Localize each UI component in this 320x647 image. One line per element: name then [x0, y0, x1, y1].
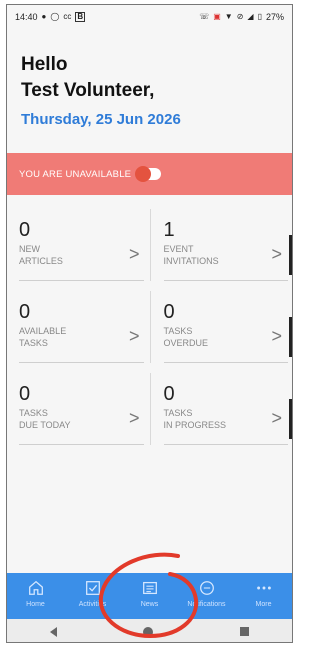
tile-label-line: TASKS — [163, 408, 193, 418]
toggle-knob — [135, 166, 152, 182]
tile-tasks-in-progress[interactable]: 0 TASKS IN PROGRESS > — [150, 369, 292, 445]
nav-label: News — [140, 601, 159, 608]
greeting: Hello Test Volunteer, Thursday, 25 Jun 2… — [7, 29, 292, 128]
battery-icon: ▯ — [257, 12, 262, 21]
cc-icon: cc — [63, 12, 72, 21]
divider — [19, 280, 144, 281]
chevron-right-icon: > — [128, 408, 140, 428]
checklist-icon — [85, 581, 100, 595]
chevron-right-icon: > — [271, 244, 282, 264]
phone-screen: 14:40 ● ◯ cc B ☏ ▣ ▼ ⊘ ◢ ▯ 27% Hello Tes… — [6, 4, 293, 643]
battery-level: 27% — [265, 12, 284, 22]
recents-icon[interactable] — [239, 627, 249, 636]
chevron-right-icon: > — [271, 408, 282, 428]
availability-label: YOU ARE UNAVAILABLE — [19, 168, 132, 180]
whatsapp-icon: ◯ — [50, 12, 60, 21]
chevron-right-icon: > — [128, 326, 140, 346]
tile-label-line: IN PROGRESS — [163, 420, 227, 430]
tile-count: 0 — [19, 219, 31, 241]
tile-label-line: TASKS — [163, 326, 193, 336]
nav-label: Home — [26, 601, 45, 608]
chevron-right-icon: > — [271, 326, 282, 346]
call-icon: ☏ — [199, 12, 210, 21]
edge-bar — [289, 317, 292, 357]
back-icon[interactable] — [50, 626, 58, 637]
wifi-icon: ▼ — [224, 12, 233, 21]
edge-bar — [289, 235, 292, 275]
signal-icon: ◢ — [247, 12, 254, 21]
divider — [19, 362, 144, 363]
divider — [163, 362, 288, 363]
tile-tasks-overdue[interactable]: 0 TASKS OVERDUE > — [150, 287, 292, 363]
nav-more[interactable]: More — [236, 579, 292, 608]
data-icon: ▣ — [213, 12, 221, 21]
nav-news[interactable]: News — [122, 579, 178, 608]
status-right: ☏ ▣ ▼ ⊘ ◢ ▯ 27% — [199, 12, 284, 22]
divider — [163, 444, 288, 445]
edge-bar — [289, 399, 292, 439]
b-icon: B — [75, 12, 86, 22]
tile-count: 1 — [163, 219, 175, 241]
tile-label: AVAILABLE TASKS — [19, 325, 99, 349]
tile-label: EVENT INVITATIONS — [164, 243, 244, 267]
system-nav-bar — [7, 619, 292, 642]
nav-activities[interactable]: Activities — [65, 579, 121, 608]
tile-label: TASKS DUE TODAY — [19, 407, 99, 431]
tile-new-articles[interactable]: 0 NEW ARTICLES > — [7, 205, 150, 281]
tile-available-tasks[interactable]: 0 AVAILABLE TASKS > — [7, 287, 150, 363]
tile-label-line: AVAILABLE — [19, 326, 67, 336]
nav-home[interactable]: Home — [8, 579, 64, 608]
status-left: 14:40 ● ◯ cc B — [15, 12, 86, 22]
tile-tasks-due-today[interactable]: 0 TASKS DUE TODAY > — [7, 369, 150, 445]
notification-icon — [199, 581, 214, 595]
tile-event-invitations[interactable]: 1 EVENT INVITATIONS > — [150, 205, 292, 281]
nav-label: More — [255, 601, 272, 608]
availability-toggle[interactable] — [135, 166, 162, 182]
home-button-icon[interactable] — [143, 626, 154, 637]
status-time: 14:40 — [15, 12, 38, 22]
tile-label: NEW ARTICLES — [19, 243, 99, 267]
nav-label: Notifications — [187, 601, 226, 608]
tile-label-line: EVENT — [163, 244, 194, 254]
tile-count: 0 — [19, 301, 31, 323]
home-icon — [28, 580, 43, 595]
tile-label: TASKS OVERDUE — [164, 325, 244, 349]
tile-label: TASKS IN PROGRESS — [164, 407, 244, 431]
tile-label-line: INVITATIONS — [163, 256, 219, 266]
user-name: Test Volunteer, — [21, 80, 155, 101]
divider — [19, 444, 144, 445]
dnd-icon: ⊘ — [236, 12, 244, 21]
status-bar: 14:40 ● ◯ cc B ☏ ▣ ▼ ⊘ ◢ ▯ 27% — [7, 5, 292, 29]
tile-label-line: OVERDUE — [163, 338, 209, 348]
tile-count: 0 — [163, 383, 175, 405]
current-date: Thursday, 25 Jun 2026 — [21, 111, 181, 128]
divider — [163, 280, 288, 281]
hello-text: Hello — [21, 54, 68, 75]
tile-label-line: DUE TODAY — [19, 420, 71, 430]
availability-banner: YOU ARE UNAVAILABLE — [7, 153, 292, 195]
dashboard-tiles: 0 NEW ARTICLES > 1 EVENT INVITATIONS > 0… — [7, 205, 292, 445]
whatsapp-icon: ● — [41, 12, 47, 21]
tile-label-line: TASKS — [19, 408, 48, 418]
news-icon — [142, 581, 157, 595]
more-icon — [256, 586, 271, 590]
tile-label-line: ARTICLES — [19, 256, 63, 266]
tile-label-line: TASKS — [19, 338, 48, 348]
nav-label: Activities — [78, 601, 107, 608]
bottom-nav: Home Activities News Notifications More — [7, 573, 292, 619]
tile-count: 0 — [19, 383, 31, 405]
tile-count: 0 — [163, 301, 175, 323]
nav-notifications[interactable]: Notifications — [179, 579, 235, 608]
tile-label-line: NEW — [19, 244, 40, 254]
chevron-right-icon: > — [128, 244, 140, 264]
